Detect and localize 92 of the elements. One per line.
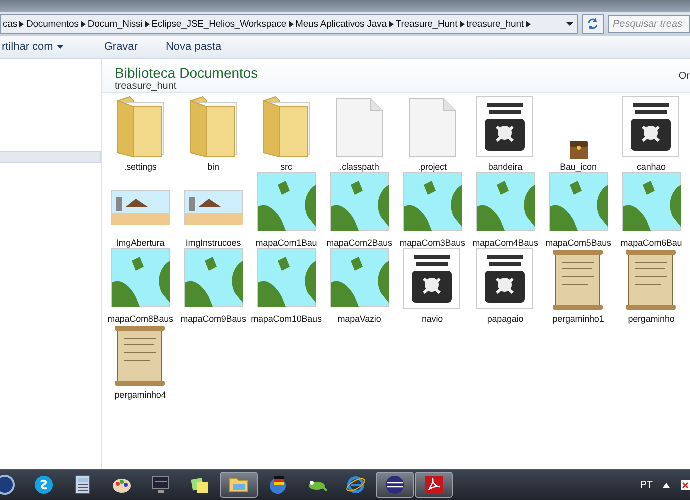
- address-bar[interactable]: cas Documentos Docum_Nissi Eclipse_JSE_Helios_Workspace Meus Aplicativos Java Treasure_Hunt treasure_hunt: [0, 14, 578, 34]
- file-name: pergaminho1: [552, 314, 604, 324]
- pdf-icon: [423, 474, 445, 496]
- breadcrumb-link[interactable]: Meus Aplicativos Java: [294, 18, 389, 30]
- file-item[interactable]: pergaminho4: [104, 325, 177, 401]
- chevron-right-icon: [19, 20, 24, 28]
- file-name: bin: [208, 162, 220, 172]
- file-name: mapaCom2Baus: [326, 238, 392, 248]
- chevron-right-icon: [526, 20, 531, 28]
- file-item[interactable]: .settings: [104, 97, 177, 173]
- file-name: mapaCom9Baus: [180, 314, 246, 324]
- caret-up-icon[interactable]: [663, 482, 670, 488]
- breadcrumb-link[interactable]: Documentos: [24, 18, 81, 30]
- file-name: .project: [418, 162, 447, 172]
- toolbar-button[interactable]: Nova pasta: [164, 41, 224, 53]
- treasure-chest-icon: [570, 141, 588, 159]
- file-name: mapaCom8Baus: [108, 314, 174, 324]
- file-name: pergaminho4: [114, 390, 166, 400]
- file-item[interactable]: bin: [177, 97, 250, 173]
- chevron-right-icon: [388, 20, 394, 28]
- file-item[interactable]: navio: [396, 249, 469, 325]
- media-player-icon: [0, 474, 16, 496]
- file-item[interactable]: mapaCom6Bau: [615, 173, 688, 249]
- file-item[interactable]: bandeira: [469, 97, 542, 173]
- refresh-icon: [587, 18, 599, 30]
- flag-icon[interactable]: [680, 479, 690, 491]
- file-item[interactable]: Bau_icon: [542, 97, 615, 173]
- refresh-button[interactable]: [582, 14, 604, 34]
- file-name: .classpath: [340, 162, 380, 172]
- taskbar-button[interactable]: [376, 472, 414, 498]
- chat-bubble-icon: [33, 474, 55, 496]
- chevron-right-icon: [288, 20, 294, 28]
- breadcrumb-link[interactable]: Docum_Nissi: [86, 18, 145, 30]
- file-item[interactable]: mapaCom8Baus: [104, 249, 177, 325]
- browser-e-icon: [345, 474, 367, 496]
- chevron-right-icon: [460, 20, 465, 28]
- file-item[interactable]: mapaVazio: [323, 249, 396, 325]
- taskbar-button[interactable]: [220, 472, 258, 498]
- file-item[interactable]: src: [250, 97, 323, 173]
- file-name: canhao: [637, 162, 666, 172]
- poster-thumbnail: [402, 247, 464, 311]
- breadcrumb-link[interactable]: treasure_hunt: [464, 18, 526, 30]
- breadcrumb-link[interactable]: Treasure_Hunt: [394, 18, 460, 30]
- file-item[interactable]: .project: [396, 97, 469, 173]
- taskbar-button[interactable]: [415, 472, 453, 498]
- search-field[interactable]: Pesquisar treas: [608, 15, 690, 33]
- file-name: mapaCom4Baus: [472, 238, 538, 248]
- file-name: mapaCom1Bau: [256, 238, 318, 248]
- library-title: Biblioteca Documentos: [115, 65, 258, 81]
- file-item[interactable]: papagaio: [469, 249, 542, 325]
- poster-thumbnail: [474, 95, 536, 159]
- file-name: papagaio: [487, 314, 524, 324]
- file-item[interactable]: mapaCom3Baus: [396, 173, 469, 249]
- file-item[interactable]: pergaminho1: [542, 249, 615, 325]
- file-item[interactable]: pergaminho: [615, 249, 688, 325]
- file-name: bandeira: [488, 162, 523, 172]
- file-item[interactable]: mapaCom5Baus: [542, 173, 615, 249]
- chevron-right-icon: [144, 20, 150, 28]
- file-item[interactable]: mapaCom9Baus: [177, 249, 250, 325]
- file-item[interactable]: mapaCom1Bau: [250, 173, 323, 249]
- file-name: mapaVazio: [338, 314, 382, 324]
- file-name: mapaCom5Baus: [546, 238, 612, 248]
- globe-icon: [267, 474, 289, 496]
- language-indicator[interactable]: PT: [640, 480, 653, 490]
- file-item[interactable]: canhao: [615, 97, 688, 173]
- file-name: src: [280, 162, 292, 172]
- file-name: mapaCom10Baus: [251, 314, 322, 324]
- eclipse-sphere-icon: [384, 474, 406, 496]
- file-item[interactable]: ImgAbertura: [104, 173, 177, 249]
- file-name: .settings: [124, 162, 157, 172]
- file-name: ImgInstrucoes: [186, 238, 242, 248]
- file-name: mapaCom6Bau: [620, 238, 682, 248]
- chevron-right-icon: [80, 20, 86, 28]
- breadcrumb-link[interactable]: Eclipse_JSE_Helios_Workspace: [150, 18, 289, 30]
- file-item[interactable]: .classpath: [323, 97, 396, 173]
- monitor-icon: [150, 474, 172, 496]
- file-name: navio: [422, 314, 444, 324]
- breadcrumb-link[interactable]: cas: [1, 18, 20, 30]
- file-name: ImgAbertura: [116, 238, 165, 248]
- file-name: pergaminho: [628, 314, 675, 324]
- file-item[interactable]: mapaCom2Baus: [323, 173, 396, 249]
- folder-subtitle: treasure_hunt: [115, 81, 178, 92]
- arrange-by-link[interactable]: Or: [678, 65, 690, 92]
- file-name: Bau_icon: [560, 162, 597, 172]
- toolbar-button[interactable]: rtilhar com: [0, 41, 66, 53]
- poster-thumbnail: [474, 247, 536, 311]
- poster-thumbnail: [620, 95, 682, 159]
- file-item[interactable]: ImgInstrucoes: [177, 173, 250, 249]
- file-item[interactable]: mapaCom10Baus: [250, 249, 323, 325]
- file-item[interactable]: mapaCom4Baus: [469, 173, 542, 249]
- toolbar-button[interactable]: Gravar: [102, 41, 140, 53]
- file-name: mapaCom3Baus: [400, 238, 466, 248]
